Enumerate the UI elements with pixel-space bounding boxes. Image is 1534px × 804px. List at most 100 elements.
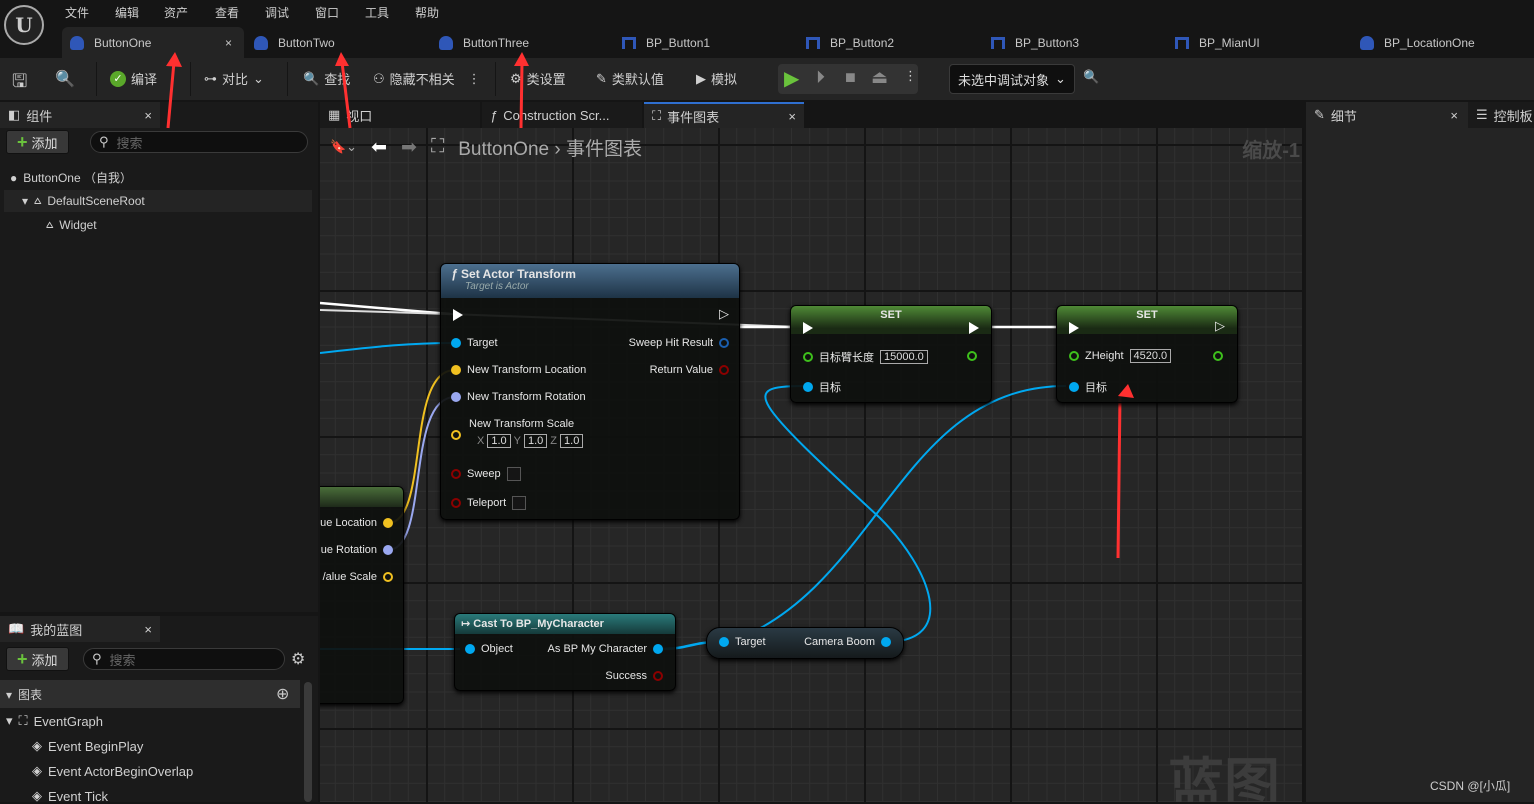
gear-icon[interactable]: ⚙: [291, 649, 305, 669]
exec-in-pin[interactable]: [1069, 322, 1079, 334]
arm-length-input[interactable]: 15000.0: [880, 350, 928, 364]
bookmark-icon[interactable]: 🔖⌄: [330, 139, 357, 155]
step-icon[interactable]: ⏵: [816, 67, 825, 88]
browse-icon[interactable]: 🔍: [55, 69, 75, 89]
tab-buttonthree[interactable]: ButtonThree: [431, 27, 529, 58]
my-blueprint-tab[interactable]: 📖 我的蓝图 ×: [0, 616, 160, 642]
compile-button[interactable]: ✓ 编译: [110, 69, 157, 88]
scale-x-input[interactable]: 1.0: [487, 434, 511, 448]
input-pin-target[interactable]: Target: [719, 636, 766, 648]
details-tab[interactable]: ✎ 细节 ×: [1306, 102, 1466, 128]
class-defaults-button[interactable]: ✎ 类默认值: [596, 69, 664, 88]
stop-icon[interactable]: ■: [845, 67, 856, 88]
components-tab[interactable]: ◧ 组件 ×: [0, 102, 160, 128]
graphs-section[interactable]: ▾ 图表: [6, 686, 42, 703]
component-defaultsceneroot[interactable]: ▾ ⩟ DefaultSceneRoot: [22, 193, 145, 208]
scale-y-input[interactable]: 1.0: [523, 434, 548, 448]
tab-construction-script[interactable]: ƒ Construction Scr...: [482, 102, 642, 128]
tab-viewport[interactable]: ▦ 视口: [320, 102, 480, 128]
menu-tools[interactable]: 工具: [365, 4, 389, 21]
vector-pin-icon[interactable]: [451, 430, 461, 440]
close-icon[interactable]: ×: [144, 622, 152, 637]
menu-asset[interactable]: 资产: [164, 4, 188, 21]
event-item[interactable]: ◈ Event ActorBeginOverlap: [32, 763, 193, 779]
scale-z-input[interactable]: 1.0: [560, 434, 584, 448]
input-pin-target[interactable]: 目标: [803, 379, 841, 395]
input-pin-target[interactable]: Target: [451, 337, 498, 349]
save-icon[interactable]: 🖫: [12, 69, 27, 99]
output-pin-camera-boom[interactable]: Camera Boom: [804, 636, 891, 648]
input-pin-target[interactable]: 目标: [1069, 379, 1107, 395]
exec-out-pin[interactable]: ▷: [1215, 318, 1225, 334]
tab-bp-button1[interactable]: BP_Button1: [614, 27, 710, 58]
teleport-checkbox[interactable]: [512, 496, 527, 510]
input-pin-location[interactable]: New Transform Location: [451, 364, 586, 376]
add-graph-icon[interactable]: ⊕: [276, 684, 289, 704]
exec-out-pin[interactable]: [969, 322, 979, 334]
break-transform-node[interactable]: ue Location ue Rotation /alue Scale: [320, 486, 404, 704]
output-pin-scale[interactable]: /alue Scale: [323, 571, 393, 583]
tab-bp-button2[interactable]: BP_Button2: [798, 27, 894, 58]
diff-button[interactable]: ⊶ 对比 ⌄: [204, 69, 264, 88]
unreal-logo[interactable]: U: [4, 5, 44, 45]
event-graph-canvas[interactable]: ue Location ue Rotation /alue Scale ƒ Se…: [320, 128, 1304, 802]
components-search-input[interactable]: ⚲ 搜索: [90, 131, 308, 153]
exec-in-pin[interactable]: [803, 322, 813, 334]
simulate-button[interactable]: ▶ 模拟: [696, 69, 737, 88]
input-pin-object[interactable]: Object: [465, 643, 513, 655]
cast-to-character-node[interactable]: ↦ Cast To BP_MyCharacter Object As BP My…: [454, 613, 676, 691]
tab-buttonone[interactable]: ButtonOne ×: [62, 27, 244, 58]
add-component-button[interactable]: + 添加: [6, 130, 69, 154]
event-graph-item[interactable]: ▾ ⛶ EventGraph: [6, 713, 103, 729]
float-output-pin[interactable]: [1213, 351, 1223, 361]
output-pin-success[interactable]: Success: [605, 670, 663, 682]
collapse-arrow-icon[interactable]: ▾: [6, 688, 12, 702]
add-member-button[interactable]: + 添加: [6, 647, 69, 671]
output-pin-sweep-hit[interactable]: Sweep Hit Result: [629, 337, 729, 349]
float-output-pin[interactable]: [967, 351, 977, 361]
tab-bp-locationone[interactable]: BP_LocationOne: [1352, 27, 1475, 58]
play-icon[interactable]: ▶: [784, 66, 799, 91]
menu-help[interactable]: 帮助: [415, 4, 439, 21]
exec-in-pin[interactable]: [453, 309, 463, 321]
tab-bp-button3[interactable]: BP_Button3: [983, 27, 1079, 58]
input-pin-arm-length[interactable]: 目标臂长度 15000.0: [803, 349, 928, 365]
back-arrow-icon[interactable]: ⬅: [371, 136, 387, 159]
set-arm-length-node[interactable]: SET 目标臂长度 15000.0 目标: [790, 305, 992, 403]
menu-edit[interactable]: 编辑: [115, 4, 139, 21]
debug-target-dropdown[interactable]: 未选中调试对象 ⌄: [949, 64, 1075, 94]
exec-out-pin[interactable]: ▷: [719, 306, 729, 322]
expand-arrow-icon[interactable]: ▾: [22, 194, 28, 208]
my-blueprint-search-input[interactable]: ⚲ 搜索: [83, 648, 285, 670]
component-self[interactable]: ● ButtonOne （自我）: [10, 169, 132, 186]
breadcrumb-root[interactable]: ButtonOne: [458, 139, 549, 160]
menu-file[interactable]: 文件: [65, 4, 89, 21]
close-icon[interactable]: ×: [225, 36, 232, 50]
tab-bp-mianui[interactable]: BP_MianUI: [1167, 27, 1260, 58]
more-icon[interactable]: ⋮: [468, 71, 481, 87]
tab-buttontwo[interactable]: ButtonTwo: [246, 27, 335, 58]
menu-debug[interactable]: 调试: [265, 4, 289, 21]
close-icon[interactable]: ×: [1450, 108, 1458, 123]
find-button[interactable]: 🔍 查找: [303, 69, 350, 88]
menu-view[interactable]: 查看: [215, 4, 239, 21]
output-pin-location[interactable]: ue Location: [320, 517, 393, 529]
graphs-section-header[interactable]: [0, 680, 300, 708]
zheight-input[interactable]: 4520.0: [1129, 349, 1172, 363]
output-pin-as-character[interactable]: As BP My Character: [548, 643, 663, 655]
eject-icon[interactable]: ⏏: [871, 67, 888, 88]
class-settings-button[interactable]: ⚙ 类设置: [510, 69, 566, 88]
set-actor-transform-node[interactable]: ƒ Set Actor Transform Target is Actor ▷ …: [440, 263, 740, 520]
debug-browse-icon[interactable]: 🔍: [1083, 69, 1099, 85]
input-pin-teleport[interactable]: Teleport: [451, 496, 527, 510]
tab-event-graph[interactable]: ⛶ 事件图表 ×: [644, 102, 804, 128]
output-pin-return[interactable]: Return Value: [650, 364, 729, 376]
close-icon[interactable]: ×: [788, 109, 796, 124]
camera-boom-getter-node[interactable]: Target Camera Boom: [706, 627, 904, 659]
set-zheight-node[interactable]: SET ▷ ZHeight 4520.0 目标: [1056, 305, 1238, 403]
expand-arrow-icon[interactable]: ▾: [6, 713, 13, 729]
input-pin-rotation[interactable]: New Transform Rotation: [451, 391, 586, 403]
close-icon[interactable]: ×: [144, 108, 152, 123]
output-pin-rotation[interactable]: ue Rotation: [321, 544, 393, 556]
control-panel-tab[interactable]: ☰ 控制板: [1468, 102, 1534, 128]
